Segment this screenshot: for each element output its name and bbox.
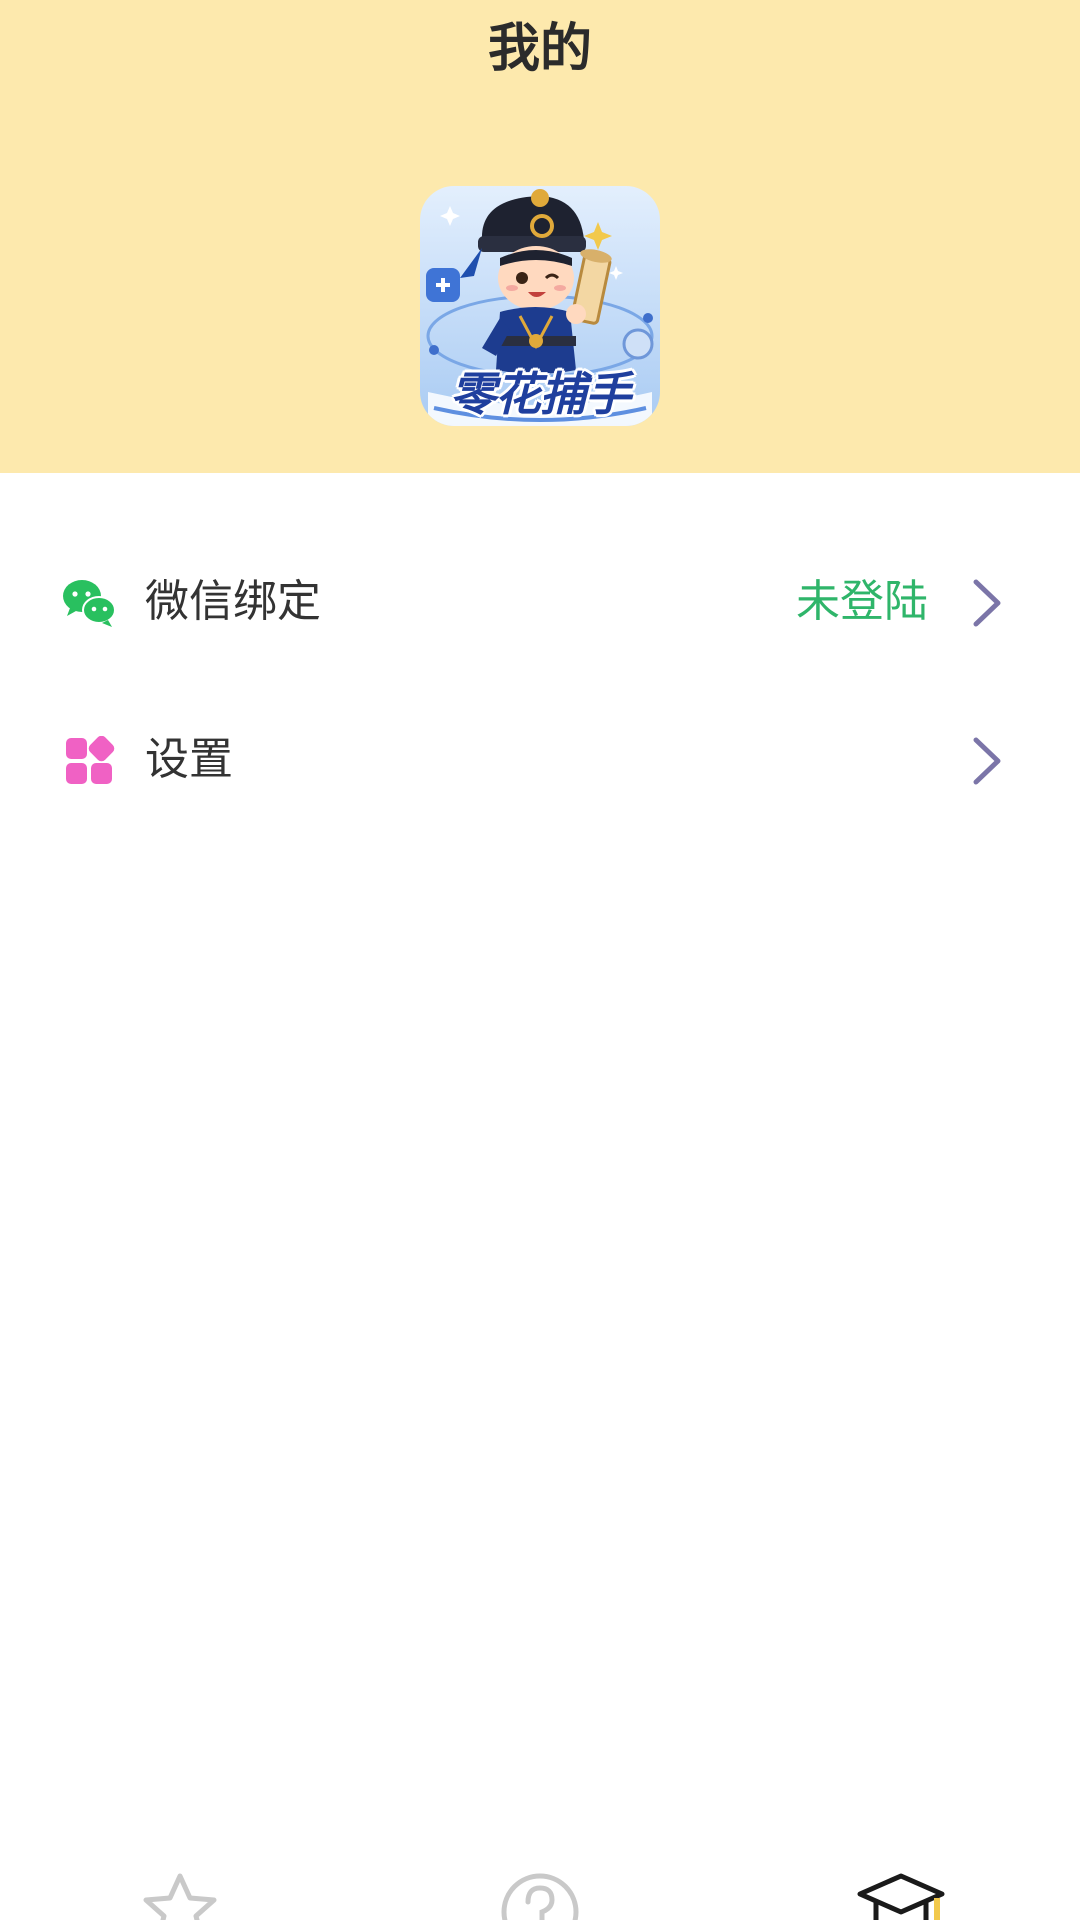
menu-item-wechat-binding[interactable]: 微信绑定 未登陆 <box>0 542 1080 662</box>
bottom-tab-bar <box>0 1860 1080 1920</box>
star-icon <box>143 1873 217 1920</box>
menu-item-label: 设置 <box>145 734 233 785</box>
profile-page: 我的 零花捕手 微信绑定 未登陆 设置 <box>0 0 1080 1920</box>
question-icon <box>501 1873 579 1920</box>
menu-item-settings[interactable]: 设置 <box>0 700 1080 820</box>
menu-item-label: 微信绑定 <box>145 576 321 627</box>
profile-header: 我的 零花捕手 <box>0 0 1080 473</box>
chevron-right-icon <box>973 579 1001 627</box>
wechat-icon <box>63 580 116 627</box>
grid-apps-icon <box>66 736 115 784</box>
tab-profile[interactable] <box>720 1860 1080 1920</box>
page-title: 我的 <box>487 19 592 79</box>
graduation-cap-icon <box>857 1873 945 1920</box>
tab-favorites[interactable] <box>0 1860 360 1920</box>
chevron-right-icon <box>973 737 1001 785</box>
app-logo: 零花捕手 <box>420 186 660 426</box>
tab-help[interactable] <box>360 1860 720 1920</box>
logo-text: 零花捕手 <box>450 367 631 421</box>
login-status: 未登陆 <box>796 576 928 627</box>
